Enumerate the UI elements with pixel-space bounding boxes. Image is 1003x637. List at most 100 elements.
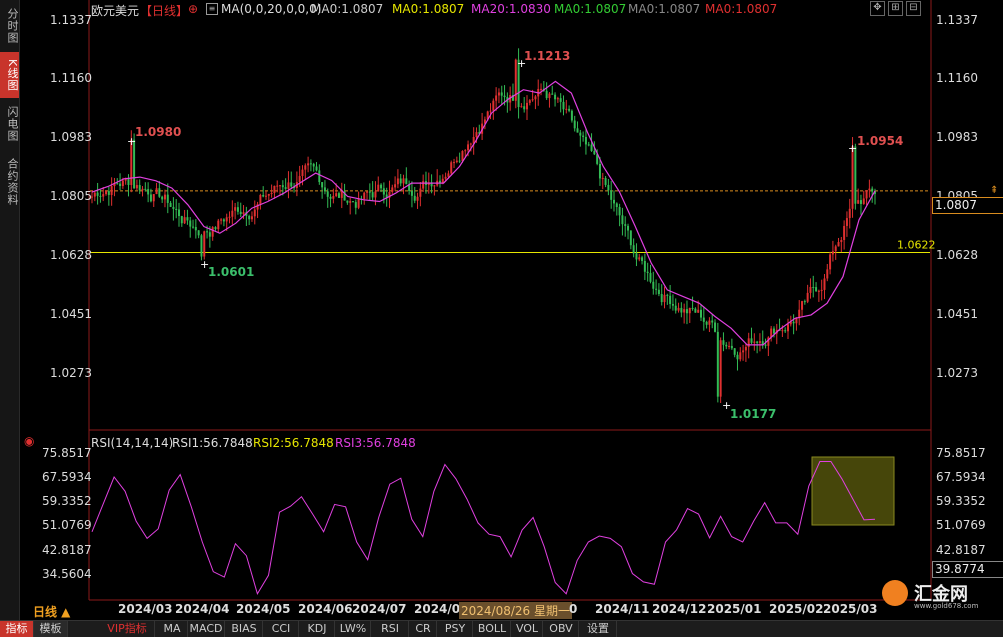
candle-body: [621, 215, 624, 225]
toolbar-settings[interactable]: 设置: [580, 621, 617, 637]
price-axis-label: 1.0983: [50, 130, 92, 144]
toolbar-lw[interactable]: LW%: [336, 621, 371, 637]
crosshair-toggle-icon[interactable]: ✥: [870, 1, 885, 16]
toolbar-ma[interactable]: MA: [157, 621, 188, 637]
price-axis-label-right: 1.0983: [936, 130, 978, 144]
candle-body: [540, 88, 543, 90]
ma20-value: MA20:1.0830: [471, 2, 551, 16]
candle-body: [363, 192, 366, 199]
candle-body: [149, 194, 152, 202]
candle-body: [728, 345, 731, 347]
candle-body: [349, 201, 352, 203]
candle-body: [152, 194, 155, 202]
candle-body: [652, 281, 655, 289]
candle-body: [649, 272, 652, 282]
candle-body: [598, 163, 601, 179]
date-axis-label: 2024/04: [175, 602, 230, 616]
candle-body: [854, 146, 857, 204]
toolbar-cr[interactable]: CR: [410, 621, 437, 637]
candle-body: [781, 330, 784, 332]
candle-body: [526, 102, 528, 110]
candle-body: [267, 193, 270, 196]
toolbar-rsi[interactable]: RSI: [372, 621, 409, 637]
zoom-in-icon[interactable]: ⊞: [888, 1, 903, 16]
price-axis-label: 1.0805: [50, 189, 92, 203]
candle-body: [520, 106, 523, 108]
candle-body: [110, 186, 113, 195]
candle-body: [627, 225, 630, 231]
candle-body: [405, 178, 408, 185]
candle-body: [739, 352, 742, 360]
candle-body: [321, 182, 324, 188]
candle-body: [396, 178, 399, 185]
candle-body: [366, 191, 369, 193]
candle-body: [669, 295, 672, 304]
candle-body: [377, 184, 380, 192]
toolbar-macd[interactable]: MACD: [188, 621, 225, 637]
candle-body: [868, 188, 871, 191]
candle-body: [121, 180, 124, 187]
candle-body: [820, 289, 823, 291]
watermark-logo: 汇金网 www.gold678.com: [880, 578, 1000, 610]
candle-body: [607, 184, 610, 191]
rsi-axis-label-right: 42.8187: [936, 543, 986, 557]
candle-body: [722, 340, 725, 345]
add-indicator-icon[interactable]: ⊕: [188, 2, 198, 16]
rsi3-value: RSI3:56.7848: [335, 436, 416, 450]
price-axis-label: 1.0628: [50, 248, 92, 262]
rsi-axis-label-right: 75.8517: [936, 446, 986, 460]
candle-body: [725, 344, 728, 347]
rsi-panel-marker-icon[interactable]: ◉: [24, 434, 34, 448]
candle-body: [371, 192, 374, 198]
price-up-arrow-icon: ⇞: [990, 185, 999, 196]
candle-body: [871, 188, 874, 192]
candle-body: [562, 101, 565, 110]
candle-body: [613, 199, 615, 204]
candle-body: [340, 191, 343, 198]
rsi-axis-label: 67.5934: [42, 470, 92, 484]
candle-body: [801, 301, 804, 310]
toolbar-bias[interactable]: BIAS: [226, 621, 263, 637]
candle-body: [859, 200, 862, 204]
ma-settings-icon[interactable]: ≡: [206, 3, 218, 15]
toolbar-boll[interactable]: BOLL: [474, 621, 511, 637]
candle-body: [688, 307, 691, 314]
candle-body: [242, 212, 245, 215]
toolbar-kdj[interactable]: KDJ: [300, 621, 335, 637]
candle-body: [447, 173, 450, 177]
candle-body: [730, 345, 733, 349]
toolbar-vol[interactable]: VOL: [512, 621, 543, 637]
toolbar-vip-indicator[interactable]: VIP指标: [100, 621, 155, 637]
high-annotation-2: 1.1213: [524, 49, 570, 63]
candle-body: [829, 254, 832, 270]
candle-body: [276, 185, 279, 187]
candle-body: [534, 96, 537, 100]
candle-body: [450, 162, 453, 174]
toolbar-indicator-tab[interactable]: 指标: [0, 621, 34, 637]
period-label[interactable]: 【日线】: [140, 2, 188, 19]
candle-body: [461, 151, 464, 161]
candle-body: [374, 191, 377, 198]
candle-body: [576, 128, 579, 133]
date-axis-label: 2024/11: [595, 602, 650, 616]
toolbar-psy[interactable]: PSY: [438, 621, 473, 637]
period-switch-label[interactable]: 日线 ▲: [33, 603, 70, 620]
toolbar-cci[interactable]: CCI: [264, 621, 299, 637]
toolbar-template-tab[interactable]: 模板: [34, 621, 68, 637]
candle-body: [211, 227, 214, 237]
candle-body: [629, 230, 632, 246]
candle-body: [573, 120, 576, 129]
rsi-axis-label: 51.0769: [42, 518, 92, 532]
zoom-out-icon[interactable]: ⊟: [906, 1, 921, 16]
candle-body: [803, 301, 806, 303]
candle-body: [284, 187, 287, 189]
support-level-label: 1.0622: [897, 239, 936, 252]
crosshair-date-label: 2024/08/26 星期一: [459, 602, 572, 619]
candle-body: [500, 92, 503, 96]
candle-body: [840, 239, 843, 243]
candle-body: [837, 242, 840, 247]
low-annotation-2: 1.0177: [730, 407, 776, 421]
chart-canvas[interactable]: 1.0622+1.0980+1.0601+1.1213+1.0177+1.095…: [0, 0, 1003, 620]
toolbar-obv[interactable]: OBV: [544, 621, 579, 637]
candle-body: [357, 198, 360, 208]
